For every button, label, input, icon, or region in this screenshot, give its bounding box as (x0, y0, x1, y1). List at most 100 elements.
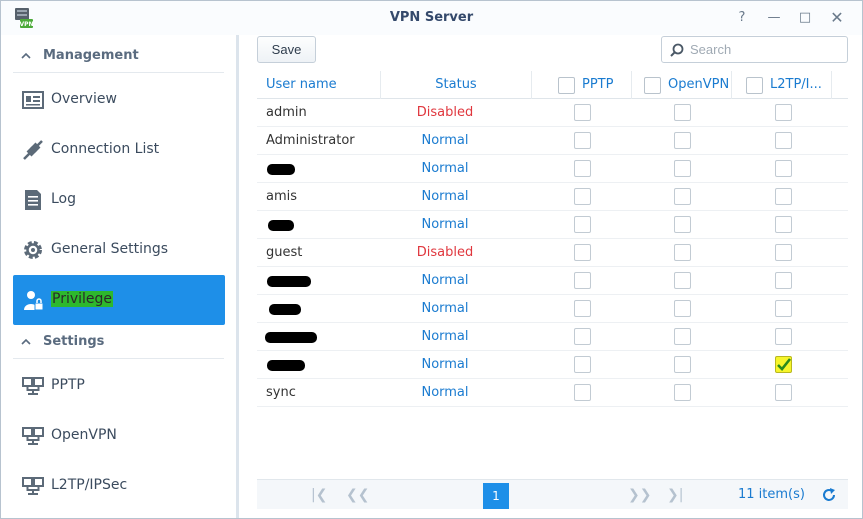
l2tp-checkbox[interactable] (775, 216, 792, 233)
table-row[interactable]: Normal (257, 295, 848, 323)
gear-icon (24, 241, 42, 259)
table-row[interactable]: sync Normal (257, 379, 848, 407)
status-cell: Normal (421, 301, 469, 316)
table-row[interactable]: guest Disabled (257, 239, 848, 267)
l2tp-checkbox[interactable] (775, 328, 792, 345)
column-header-l2tp[interactable]: L2TP/I... (732, 71, 832, 99)
table-row[interactable]: Normal (257, 155, 848, 183)
pptp-select-all-checkbox[interactable] (558, 77, 575, 94)
table-row[interactable]: Normal (257, 267, 848, 295)
save-button[interactable]: Save (257, 36, 316, 63)
first-page-icon[interactable]: |❮ (311, 487, 327, 503)
sidebar-item-l2tp-ipsec[interactable]: L2TP/IPSec (13, 461, 225, 511)
chevron-up-icon (21, 52, 31, 59)
sidebar-item-log[interactable]: Log (13, 175, 225, 225)
section-management[interactable]: Management (13, 39, 224, 73)
pptp-checkbox[interactable] (574, 300, 591, 317)
status-cell: Normal (421, 217, 469, 232)
openvpn-checkbox[interactable] (674, 188, 691, 205)
network-icon (22, 427, 44, 445)
redaction-mark (268, 220, 294, 231)
prev-page-icon[interactable]: ❮❮ (346, 487, 369, 503)
pptp-checkbox[interactable] (574, 188, 591, 205)
pptp-checkbox[interactable] (574, 328, 591, 345)
section-settings[interactable]: Settings (13, 325, 224, 359)
openvpn-checkbox[interactable] (674, 272, 691, 289)
l2tp-checkbox[interactable] (775, 188, 792, 205)
openvpn-checkbox[interactable] (674, 104, 691, 121)
table-row[interactable]: Normal (257, 351, 848, 379)
sidebar-item-openvpn[interactable]: OpenVPN (13, 411, 225, 461)
vpn-server-window: VPN VPN Server ? — □ ✕ Management Overvi… (0, 0, 863, 519)
openvpn-checkbox[interactable] (674, 356, 691, 373)
search-input[interactable] (690, 40, 840, 59)
table-row[interactable]: Normal (257, 211, 848, 239)
connection-icon (23, 140, 43, 160)
openvpn-checkbox[interactable] (674, 132, 691, 149)
overview-icon (22, 91, 44, 109)
l2tp-checkbox[interactable] (775, 160, 792, 177)
l2tp-checkbox[interactable] (775, 272, 792, 289)
chevron-up-icon (21, 338, 31, 345)
table-row[interactable]: Normal (257, 323, 848, 351)
redaction-mark (267, 164, 295, 175)
pptp-checkbox[interactable] (574, 272, 591, 289)
status-cell: Normal (421, 385, 469, 400)
sidebar-item-overview[interactable]: Overview (13, 75, 225, 125)
last-page-icon[interactable]: ❯| (667, 487, 683, 503)
column-header-status[interactable]: Status (381, 71, 532, 99)
search-box[interactable] (661, 36, 848, 63)
status-cell: Normal (421, 133, 469, 148)
l2tp-checkbox[interactable] (775, 384, 792, 401)
search-icon (670, 43, 684, 57)
pptp-checkbox[interactable] (574, 104, 591, 121)
table-header: User name Status PPTP OpenVPN L2TP/I... (257, 71, 848, 99)
pptp-checkbox[interactable] (574, 384, 591, 401)
network-icon (22, 477, 44, 495)
items-count: 11 item(s) (738, 487, 805, 502)
minimize-icon[interactable]: — (764, 8, 784, 28)
pptp-checkbox[interactable] (574, 216, 591, 233)
user-name-cell: Administrator (266, 133, 355, 148)
table-body: admin Disabled Administrator Normal Normal am… (257, 99, 848, 407)
redaction-mark (265, 332, 317, 343)
l2tp-checkbox[interactable] (775, 356, 792, 373)
openvpn-checkbox[interactable] (674, 216, 691, 233)
help-icon[interactable]: ? (732, 8, 752, 28)
status-cell: Normal (421, 189, 469, 204)
column-header-openvpn[interactable]: OpenVPN (632, 71, 732, 99)
pptp-checkbox[interactable] (574, 356, 591, 373)
privilege-table: User name Status PPTP OpenVPN L2TP/I... … (257, 71, 848, 407)
next-page-icon[interactable]: ❯❯ (628, 487, 651, 503)
column-header-user[interactable]: User name (257, 71, 381, 99)
openvpn-checkbox[interactable] (674, 160, 691, 177)
maximize-icon[interactable]: □ (795, 8, 815, 28)
openvpn-select-all-checkbox[interactable] (644, 77, 661, 94)
column-header-pptp[interactable]: PPTP (532, 71, 632, 99)
pptp-checkbox[interactable] (574, 160, 591, 177)
l2tp-select-all-checkbox[interactable] (746, 77, 763, 94)
pptp-checkbox[interactable] (574, 244, 591, 261)
pptp-checkbox[interactable] (574, 132, 591, 149)
l2tp-checkbox[interactable] (775, 132, 792, 149)
refresh-icon[interactable] (821, 487, 837, 503)
openvpn-checkbox[interactable] (674, 328, 691, 345)
sidebar-item-general-settings[interactable]: General Settings (13, 225, 225, 275)
openvpn-checkbox[interactable] (674, 244, 691, 261)
table-row[interactable]: amis Normal (257, 183, 848, 211)
sidebar-item-pptp[interactable]: PPTP (13, 361, 225, 411)
openvpn-checkbox[interactable] (674, 300, 691, 317)
redaction-mark (269, 304, 301, 315)
table-row[interactable]: admin Disabled (257, 99, 848, 127)
close-icon[interactable]: ✕ (827, 8, 847, 28)
sidebar-item-connection-list[interactable]: Connection List (13, 125, 225, 175)
l2tp-checkbox[interactable] (775, 104, 792, 121)
openvpn-checkbox[interactable] (674, 384, 691, 401)
redaction-mark (267, 276, 311, 287)
table-row[interactable]: Administrator Normal (257, 127, 848, 155)
sidebar-item-privilege[interactable]: Privilege (13, 275, 225, 325)
pagination-bar: |❮ ❮❮ 1 ❯❯ ❯| 11 item(s) (257, 479, 848, 509)
l2tp-checkbox[interactable] (775, 300, 792, 317)
l2tp-checkbox[interactable] (775, 244, 792, 261)
page-number-button[interactable]: 1 (483, 483, 509, 509)
